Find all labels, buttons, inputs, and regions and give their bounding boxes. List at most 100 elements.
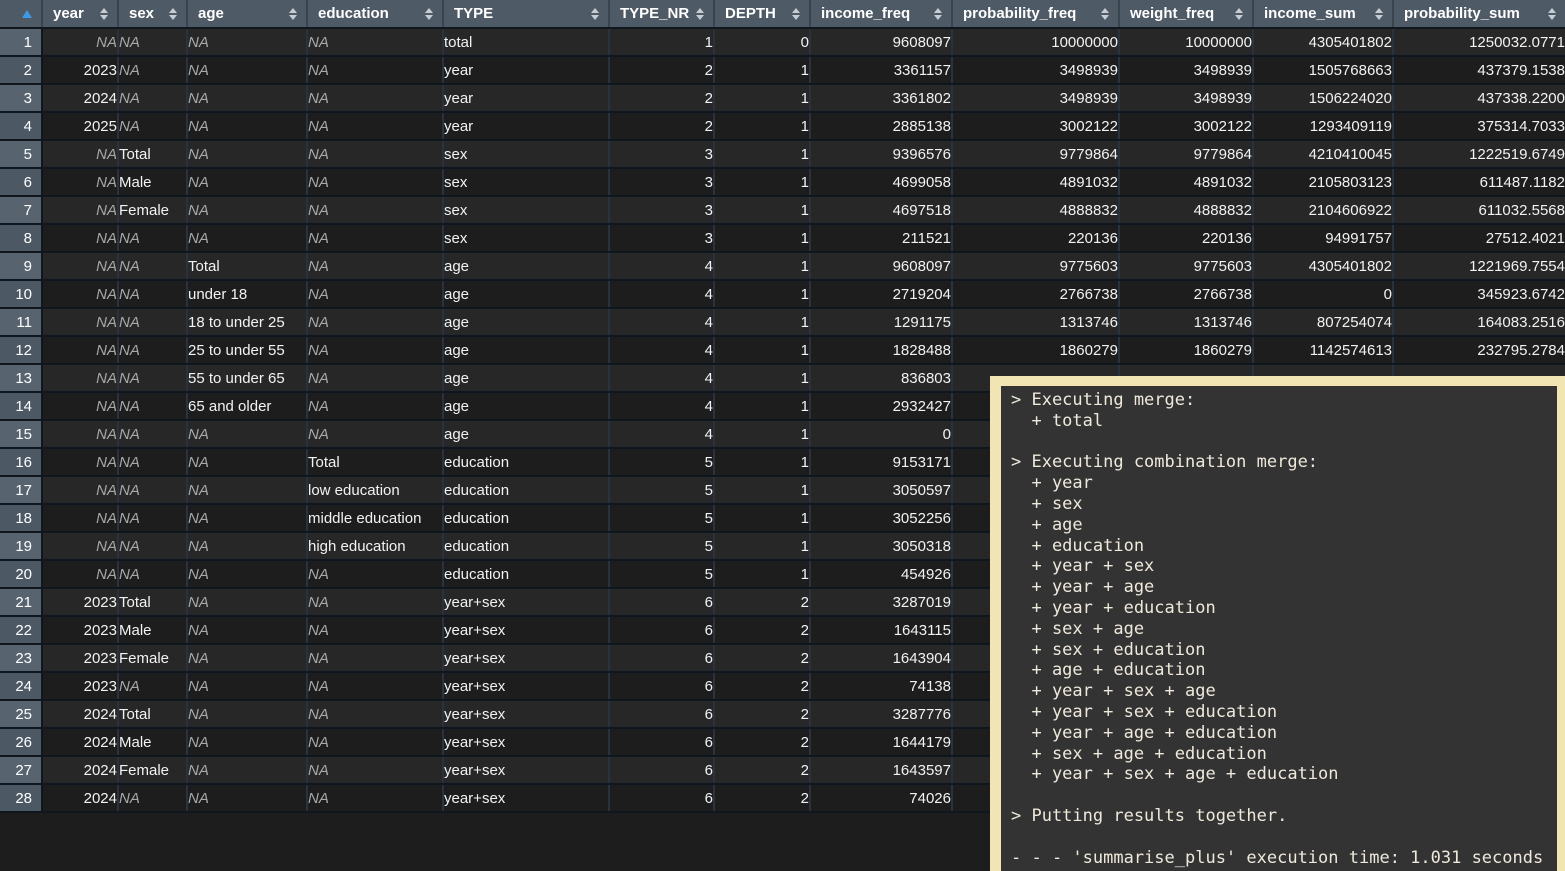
sort-icon[interactable]: [591, 8, 599, 20]
sort-down-arrow-icon: [289, 15, 297, 20]
na-value: NA: [308, 398, 329, 415]
column-header-TYPE[interactable]: TYPE: [443, 0, 609, 28]
row-number: 19: [0, 532, 42, 560]
row-number: 21: [0, 588, 42, 616]
column-header-label: probability_sum: [1404, 5, 1520, 22]
sort-icon[interactable]: [792, 8, 800, 20]
cell-TYPE_NR: 4: [609, 392, 714, 420]
column-header-label: TYPE: [454, 5, 493, 22]
column-header-row: yearsexageeducation TYPE TYPE_NRDEPTH incom…: [0, 0, 1565, 28]
na-value: NA: [188, 510, 209, 527]
row-number: 10: [0, 280, 42, 308]
na-value: NA: [308, 34, 329, 51]
na-value: NA: [96, 454, 117, 471]
cell-year: NA: [42, 196, 118, 224]
cell-year: NA: [42, 476, 118, 504]
cell-probability_sum: 345923.6742: [1393, 280, 1565, 308]
cell-income_freq: 2932427: [810, 392, 952, 420]
na-value: NA: [308, 314, 329, 331]
sort-down-arrow-icon: [1375, 15, 1383, 20]
cell-TYPE_NR: 4: [609, 308, 714, 336]
cell-sex: NA: [118, 364, 187, 392]
sort-down-arrow-icon: [591, 15, 599, 20]
cell-TYPE_NR: 6: [609, 700, 714, 728]
cell-education: NA: [307, 588, 443, 616]
sort-up-arrow-icon: [591, 8, 599, 13]
na-value: NA: [308, 594, 329, 611]
cell-TYPE_NR: 6: [609, 672, 714, 700]
na-value: NA: [119, 678, 140, 695]
cell-age: NA: [187, 784, 307, 812]
column-header-TYPE_NR[interactable]: TYPE_NR: [609, 0, 714, 28]
cell-age: 18 to under 25: [187, 308, 307, 336]
cell-probability_freq: 3002122: [952, 112, 1119, 140]
cell-education: NA: [307, 252, 443, 280]
sort-icon[interactable]: [100, 8, 108, 20]
column-header-DEPTH[interactable]: DEPTH: [714, 0, 810, 28]
cell-age: NA: [187, 84, 307, 112]
column-header-sex[interactable]: sex: [118, 0, 187, 28]
column-header-probability_sum[interactable]: probability_sum: [1393, 0, 1565, 28]
column-header-weight_freq[interactable]: weight_freq: [1119, 0, 1253, 28]
cell-DEPTH: 1: [714, 56, 810, 84]
cell-age: NA: [187, 224, 307, 252]
sort-icon[interactable]: [289, 8, 297, 20]
cell-income_sum: 807254074: [1253, 308, 1393, 336]
cell-probability_sum: 611487.1182: [1393, 168, 1565, 196]
table-row: 1NANANANAtotal10960809710000000100000004…: [0, 28, 1565, 56]
cell-education: NA: [307, 140, 443, 168]
cell-education: NA: [307, 336, 443, 364]
cell-sex: Total: [118, 700, 187, 728]
na-value: NA: [308, 762, 329, 779]
column-header-probability_freq[interactable]: probability_freq: [952, 0, 1119, 28]
column-header-year[interactable]: year: [42, 0, 118, 28]
sort-icon[interactable]: [934, 8, 942, 20]
na-value: NA: [96, 510, 117, 527]
cell-DEPTH: 1: [714, 252, 810, 280]
sort-icon[interactable]: [1235, 8, 1243, 20]
cell-DEPTH: 2: [714, 588, 810, 616]
na-value: NA: [188, 62, 209, 79]
cell-income_freq: 3361157: [810, 56, 952, 84]
cell-income_freq: 3287776: [810, 700, 952, 728]
column-header-age[interactable]: age: [187, 0, 307, 28]
row-number-header[interactable]: [0, 0, 42, 28]
cell-DEPTH: 1: [714, 168, 810, 196]
sort-up-arrow-icon: [1548, 8, 1556, 13]
cell-TYPE_NR: 3: [609, 168, 714, 196]
na-value: NA: [308, 706, 329, 723]
sort-icon[interactable]: [1101, 8, 1109, 20]
cell-DEPTH: 1: [714, 280, 810, 308]
sort-icon[interactable]: [425, 8, 433, 20]
cell-age: NA: [187, 504, 307, 532]
na-value: NA: [188, 790, 209, 807]
column-header-label: income_freq: [821, 5, 910, 22]
na-value: NA: [308, 650, 329, 667]
na-value: NA: [188, 566, 209, 583]
cell-education: NA: [307, 700, 443, 728]
cell-TYPE: year+sex: [443, 672, 609, 700]
na-value: NA: [188, 146, 209, 163]
column-header-income_freq[interactable]: income_freq: [810, 0, 952, 28]
na-value: NA: [308, 62, 329, 79]
cell-weight_freq: 10000000: [1119, 28, 1253, 56]
cell-income_sum: 0: [1253, 280, 1393, 308]
sort-icon[interactable]: [1375, 8, 1383, 20]
cell-income_freq: 3050597: [810, 476, 952, 504]
cell-age: NA: [187, 616, 307, 644]
cell-income_freq: 3052256: [810, 504, 952, 532]
cell-year: NA: [42, 448, 118, 476]
sort-icon[interactable]: [169, 8, 177, 20]
sort-icon[interactable]: [1548, 8, 1556, 20]
na-value: NA: [308, 90, 329, 107]
column-header-education[interactable]: education: [307, 0, 443, 28]
sort-icon[interactable]: [696, 8, 704, 20]
na-value: NA: [188, 650, 209, 667]
na-value: NA: [96, 426, 117, 443]
row-number: 5: [0, 140, 42, 168]
table-row: 12NANA25 to under 55NAage411828488186027…: [0, 336, 1565, 364]
column-header-income_sum[interactable]: income_sum: [1253, 0, 1393, 28]
cell-income_sum: 2105803123: [1253, 168, 1393, 196]
cell-DEPTH: 2: [714, 644, 810, 672]
cell-year: NA: [42, 364, 118, 392]
